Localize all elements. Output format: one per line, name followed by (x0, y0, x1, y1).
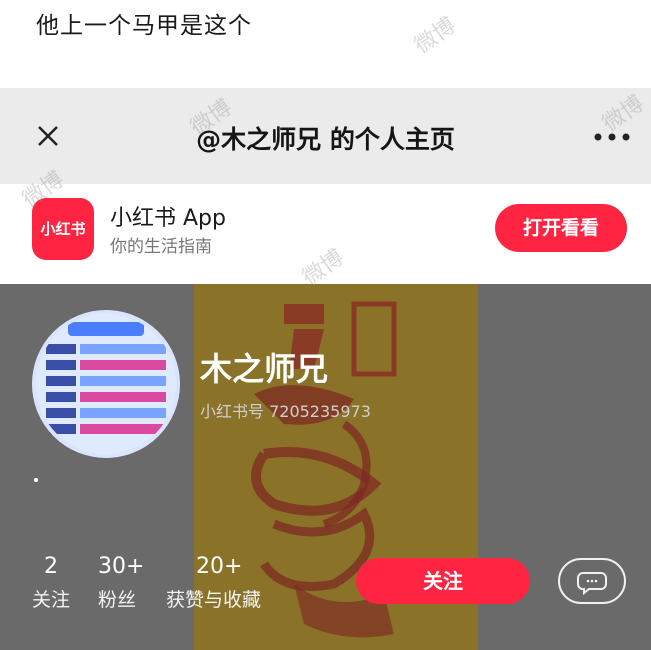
stat-following[interactable]: 2 关注 (32, 554, 70, 612)
stat-followers[interactable]: 30+ 粉丝 (98, 554, 144, 612)
stat-value: 2 (44, 554, 58, 579)
chat-icon (577, 572, 607, 596)
open-app-button[interactable]: 打开看看 (495, 204, 627, 252)
app-slogan: 你的生活指南 (110, 237, 212, 257)
avatar[interactable] (32, 310, 180, 458)
watermark: 微博 (410, 13, 461, 59)
profile-id: 小红书号 7205235973 (200, 402, 371, 421)
top-bar: @木之师兄 的个人主页 (0, 88, 651, 184)
stat-value: 20+ (196, 554, 243, 579)
profile-bio (34, 478, 38, 482)
chat-button[interactable] (558, 558, 626, 604)
stat-label: 获赞与收藏 (166, 589, 262, 611)
stat-likes[interactable]: 20+ 获赞与收藏 (166, 554, 261, 612)
app-logo-text: 小红书 (40, 220, 86, 238)
caption-text: 他上一个马甲是这个 (36, 13, 252, 39)
profile-name: 木之师兄 (200, 350, 329, 388)
app-name: 小红书 App (110, 206, 226, 231)
stat-label: 关注 (32, 589, 71, 611)
stat-value: 30+ (98, 554, 145, 579)
profile-header: 木之师兄 小红书号 7205235973 2 关注 30+ 粉丝 20+ 获赞与… (0, 284, 651, 650)
stat-label: 粉丝 (98, 589, 137, 611)
page-title: @木之师兄 的个人主页 (196, 125, 455, 154)
follow-button[interactable]: 关注 (356, 558, 530, 604)
